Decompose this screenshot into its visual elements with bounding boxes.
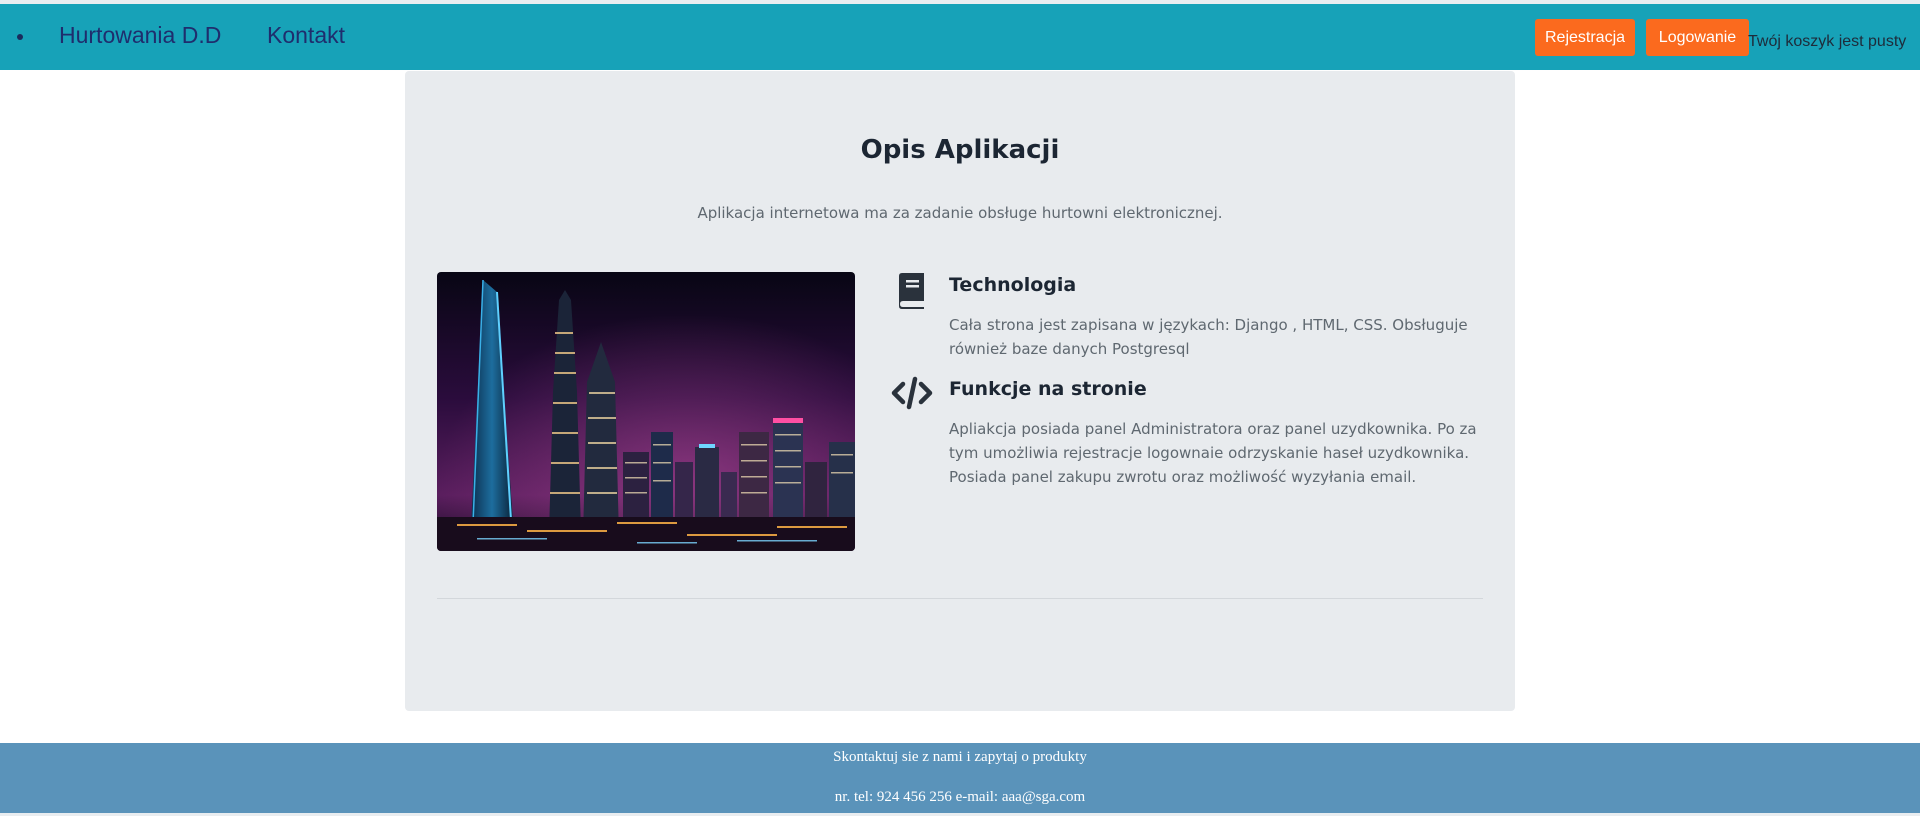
- feature-title-funkcje: Funkcje na stronie: [949, 378, 1147, 400]
- nav-contact-link[interactable]: Kontakt: [267, 20, 345, 50]
- login-button[interactable]: Logowanie: [1646, 19, 1749, 56]
- nav-brand-link[interactable]: Hurtowania D.D: [59, 20, 221, 50]
- footer-contact-prompt: Skontaktuj sie z nami i zapytaj o produk…: [833, 749, 1087, 765]
- page-title: Opis Aplikacji: [860, 135, 1060, 165]
- feature-title-technologia: Technologia: [949, 274, 1077, 296]
- page-subtitle: Aplikacja internetowa ma za zadanie obsł…: [697, 204, 1223, 222]
- footer-contact-details: nr. tel: 924 456 256 e-mail: aaa@sga.com: [834, 789, 1086, 805]
- feature-description-technologia: Cała strona jest zapisana w językach: Dj…: [949, 316, 1468, 358]
- footer: Skontaktuj sie z nami i zapytaj o produk…: [0, 743, 1920, 813]
- card-divider: [437, 598, 1483, 599]
- code-icon: [891, 374, 933, 412]
- navbar: Hurtowania D.D Kontakt Rejestracja Logow…: [0, 4, 1920, 70]
- nav-bullet: [17, 34, 23, 40]
- feature-description-funkcje: Apliakcja posiada panel Administratora o…: [949, 420, 1477, 486]
- cart-status[interactable]: Twój koszyk jest pusty: [1748, 31, 1906, 53]
- book-icon: [893, 272, 931, 310]
- city-skyline-image: [437, 272, 855, 551]
- register-button[interactable]: Rejestracja: [1535, 19, 1635, 56]
- app-description-card: Opis Aplikacji Aplikacja internetowa ma …: [405, 71, 1515, 711]
